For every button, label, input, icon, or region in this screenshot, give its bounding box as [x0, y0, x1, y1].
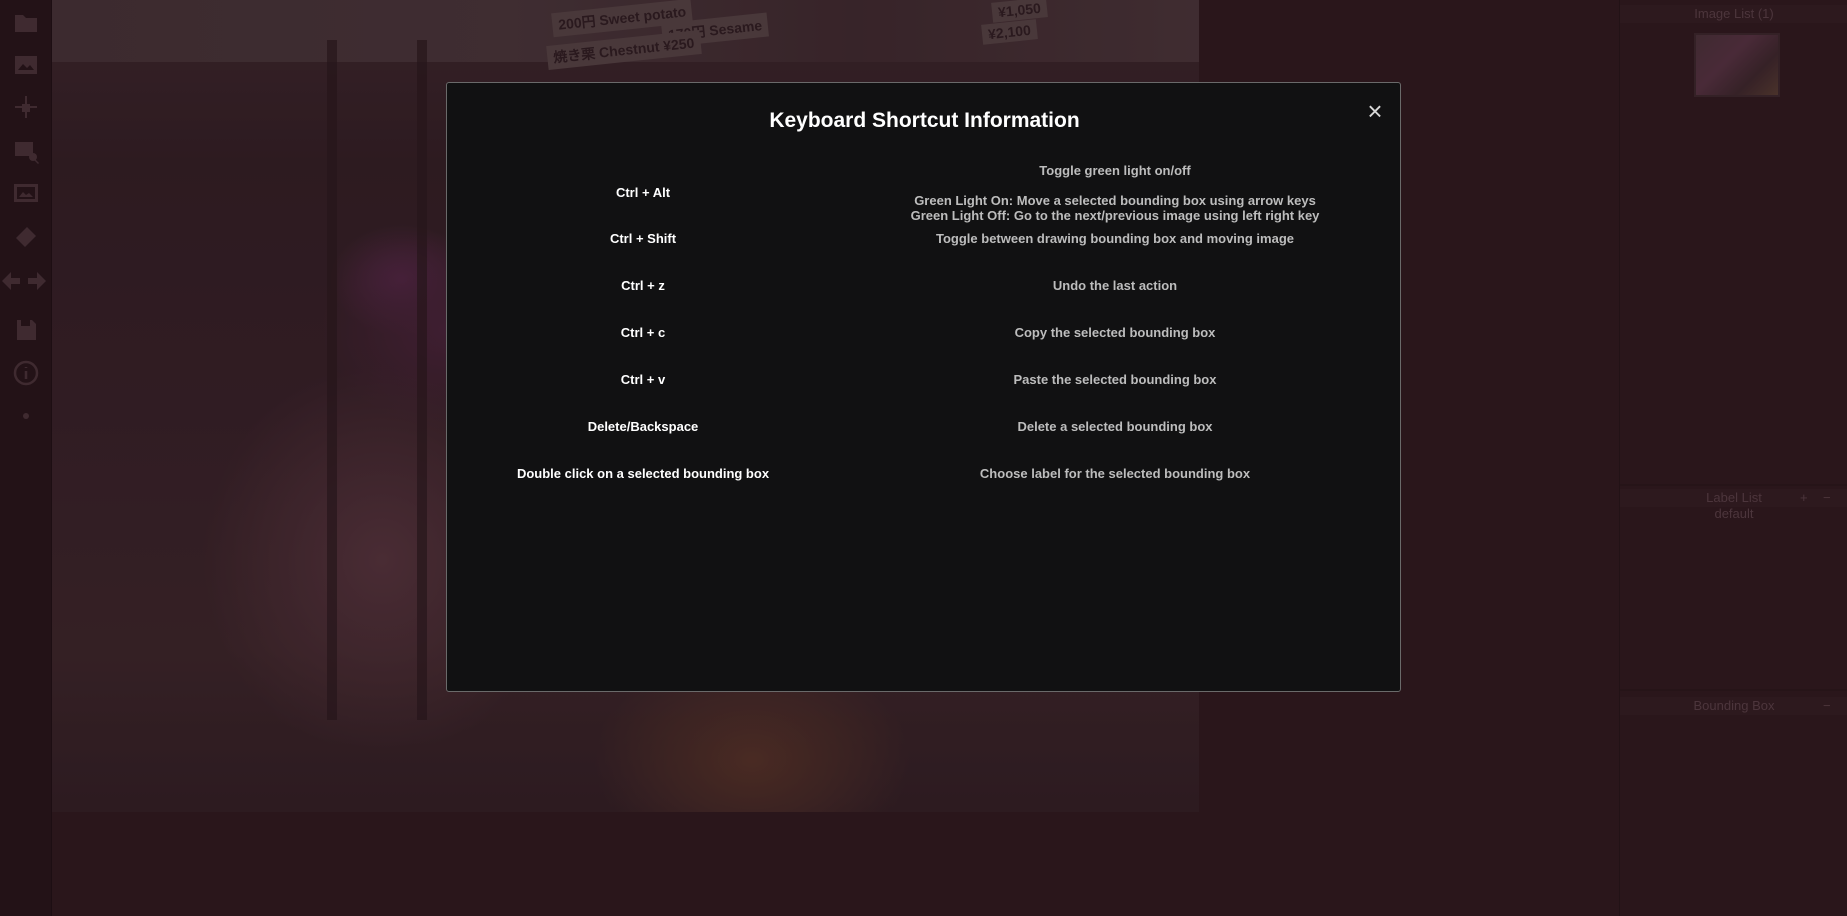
shortcut-description-line: Choose label for the selected bounding b…: [979, 466, 1251, 481]
shortcut-description-line: [867, 178, 1363, 193]
shortcut-description-line: Undo the last action: [1052, 278, 1178, 293]
shortcut-description-line: Green Light On: Move a selected bounding…: [914, 193, 1316, 208]
shortcut-key: Delete/Backspace: [587, 419, 699, 434]
shortcut-key: Double click on a selected bounding box: [516, 466, 770, 481]
modal-title: Keyboard Shortcut Information: [769, 109, 1080, 132]
close-icon[interactable]: ×: [1362, 98, 1388, 125]
shortcut-description: Paste the selected bounding box: [867, 372, 1363, 387]
shortcut-description-line: Toggle between drawing bounding box and …: [936, 231, 1294, 246]
shortcut-info-modal: Keyboard Shortcut Information × Ctrl + A…: [446, 82, 1401, 692]
shortcut-description-line: Green Light Off: Go to the next/previous…: [910, 208, 1320, 223]
shortcut-description-line: Paste the selected bounding box: [1013, 372, 1217, 387]
shortcut-description: Toggle green light on/off Green Light On:…: [867, 163, 1363, 223]
shortcut-key: Ctrl + v: [620, 372, 666, 387]
shortcut-description: Delete a selected bounding box: [867, 419, 1363, 434]
shortcut-description-line: Copy the selected bounding box: [1014, 325, 1216, 340]
shortcut-description-line: Toggle green light on/off: [1039, 163, 1191, 178]
shortcut-description: Copy the selected bounding box: [867, 325, 1363, 340]
shortcut-description: Choose label for the selected bounding b…: [867, 466, 1363, 481]
shortcut-description-line: Delete a selected bounding box: [1017, 419, 1213, 434]
shortcut-key: Ctrl + Shift: [609, 231, 677, 246]
shortcut-key: Ctrl + c: [620, 325, 666, 340]
shortcut-description: Toggle between drawing bounding box and …: [867, 231, 1363, 246]
shortcut-key: Ctrl + Alt: [615, 185, 671, 200]
shortcut-key: Ctrl + z: [621, 278, 665, 293]
shortcut-description: Undo the last action: [867, 278, 1363, 293]
